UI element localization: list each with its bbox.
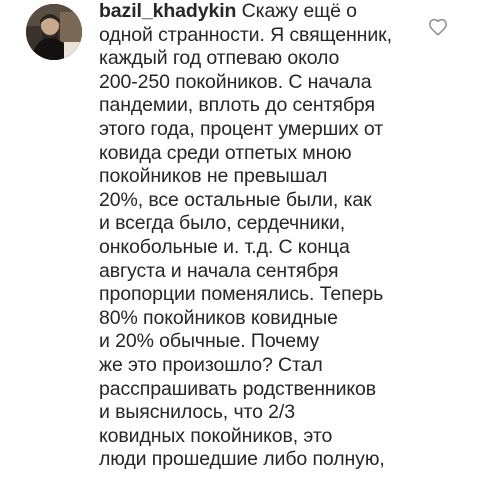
heart-outline-icon[interactable] — [428, 18, 448, 36]
comment-line: пропорции поменялись. Теперь — [99, 283, 384, 306]
comment-line: ковидных покойников, это — [99, 424, 333, 447]
comment-line: каждый год отпеваю около — [99, 47, 340, 70]
comment-line: онкобольные и. т.д. С конца — [99, 235, 350, 258]
comment-line: и выяснилось, что 2/3 — [99, 401, 295, 424]
comment-line: Скажу ещё о — [241, 0, 357, 22]
comment-text: bazil_khadykin Скажу ещё о одной странно… — [99, 0, 421, 472]
comment-line: пандемии, вплоть до сентября — [99, 94, 375, 117]
comment: bazil_khadykin Скажу ещё о одной странно… — [0, 0, 480, 479]
comment-line: 20%, все остальные были, как — [99, 188, 372, 211]
comment-line: расспрашивать родственников — [99, 377, 377, 400]
comment-line: и 20% обычные. Почему — [99, 330, 320, 353]
comment-line: же это произошло? Стал — [99, 353, 323, 376]
comment-line: ковида среди отпетых мною — [99, 141, 352, 164]
avatar[interactable] — [26, 4, 82, 60]
comment-line: этого года, процент умерших от — [99, 117, 384, 140]
avatar-image — [26, 4, 82, 60]
comment-first-line: bazil_khadykin Скажу ещё о — [99, 0, 421, 24]
username[interactable]: bazil_khadykin — [99, 0, 236, 22]
comment-line: августа и начала сентября — [99, 259, 339, 282]
comment-line: и всегда было, сердечники, — [99, 212, 346, 235]
comment-line: покойников не превышал — [99, 165, 328, 188]
comment-line: одной странности. Я священник, — [99, 23, 392, 46]
comment-line: люди прошедшие либо полную, — [99, 448, 385, 471]
comment-line: 200-250 покойников. С начала — [99, 70, 372, 93]
comment-line: 80% покойников ковидные — [99, 306, 338, 329]
